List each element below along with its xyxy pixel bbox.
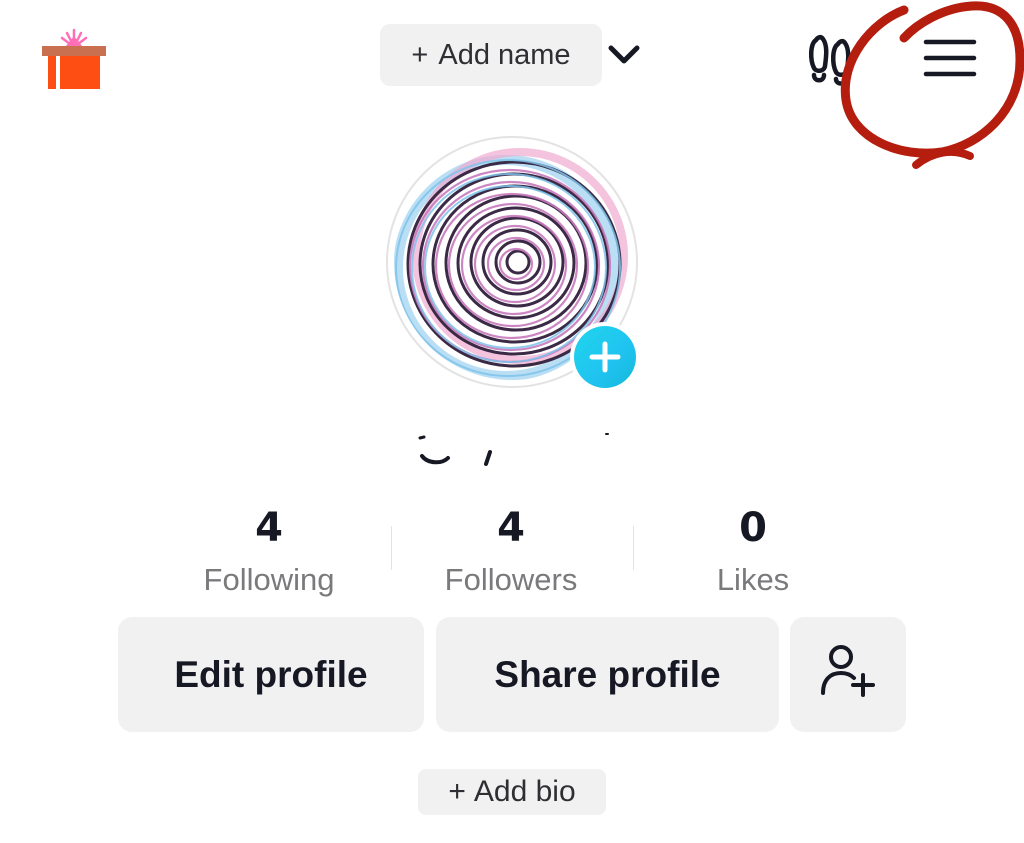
chevron-down-icon[interactable] bbox=[606, 40, 642, 70]
add-bio-button[interactable]: + Add bio bbox=[418, 769, 606, 815]
username bbox=[410, 430, 620, 470]
footprint-icon[interactable] bbox=[806, 30, 862, 86]
add-friend-button[interactable] bbox=[790, 617, 906, 732]
add-name-plus: + bbox=[411, 38, 429, 71]
gift-icon[interactable] bbox=[40, 28, 108, 90]
stat-divider bbox=[391, 526, 392, 570]
add-user-icon bbox=[819, 643, 877, 706]
stat-divider bbox=[633, 526, 634, 570]
add-bio-plus: + bbox=[448, 775, 466, 808]
add-avatar-button[interactable] bbox=[570, 322, 640, 392]
annotation-circle bbox=[832, 0, 1024, 175]
followers-label: Followers bbox=[444, 562, 578, 597]
share-profile-label: Share profile bbox=[494, 653, 721, 695]
edit-profile-label: Edit profile bbox=[174, 653, 368, 695]
stat-following[interactable]: 4 Following bbox=[169, 504, 369, 600]
hamburger-menu-icon[interactable] bbox=[922, 38, 978, 78]
add-name-button[interactable]: + Add name bbox=[380, 24, 602, 86]
following-label: Following bbox=[203, 562, 335, 597]
likes-count: 0 bbox=[739, 505, 767, 551]
plus-icon bbox=[574, 326, 636, 388]
edit-profile-button[interactable]: Edit profile bbox=[118, 617, 424, 732]
following-count: 4 bbox=[255, 505, 283, 551]
share-profile-button[interactable]: Share profile bbox=[436, 617, 779, 732]
stat-likes[interactable]: 0 Likes bbox=[653, 504, 853, 600]
likes-label: Likes bbox=[716, 562, 790, 597]
stat-followers[interactable]: 4 Followers bbox=[411, 504, 611, 600]
add-bio-label: Add bio bbox=[473, 775, 576, 808]
add-name-label: Add name bbox=[438, 38, 571, 71]
followers-count: 4 bbox=[497, 505, 525, 551]
